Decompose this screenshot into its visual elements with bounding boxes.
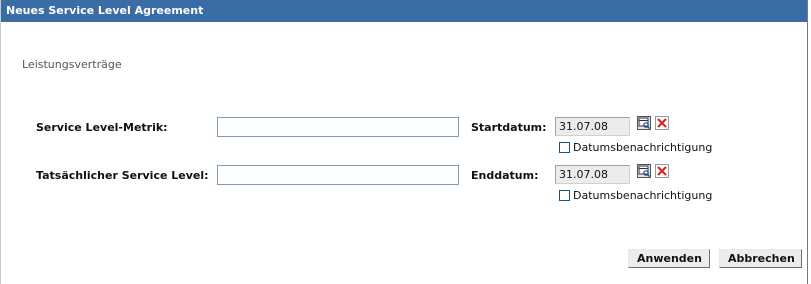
start-notify-checkbox[interactable] (559, 142, 570, 153)
metric-input[interactable] (217, 117, 459, 137)
start-date-label: Startdatum: (471, 121, 547, 134)
section-label: Leistungsverträge (22, 58, 122, 71)
start-date-field[interactable]: 31.07.08 (555, 117, 630, 136)
start-notify-row[interactable]: Datumsbenachrichtigung (559, 141, 712, 154)
cancel-button[interactable]: Abbrechen (719, 249, 802, 268)
calendar-icon[interactable] (637, 116, 651, 130)
metric-label: Service Level-Metrik: (36, 121, 168, 134)
delete-icon[interactable] (655, 116, 669, 130)
actual-input[interactable] (217, 165, 459, 185)
dialog-title: Neues Service Level Agreement (1, 0, 807, 22)
end-notify-row[interactable]: Datumsbenachrichtigung (559, 189, 712, 202)
calendar-icon[interactable] (637, 164, 651, 178)
end-notify-checkbox[interactable] (559, 190, 570, 201)
apply-button[interactable]: Anwenden (628, 249, 710, 268)
end-date-label: Enddatum: (471, 169, 539, 182)
end-notify-label: Datumsbenachrichtigung (573, 189, 713, 202)
start-notify-label: Datumsbenachrichtigung (573, 141, 713, 154)
end-date-field[interactable]: 31.07.08 (555, 165, 630, 184)
actual-label: Tatsächlicher Service Level: (36, 169, 209, 182)
delete-icon[interactable] (655, 164, 669, 178)
sla-dialog: Neues Service Level Agreement Leistungsv… (0, 0, 808, 284)
